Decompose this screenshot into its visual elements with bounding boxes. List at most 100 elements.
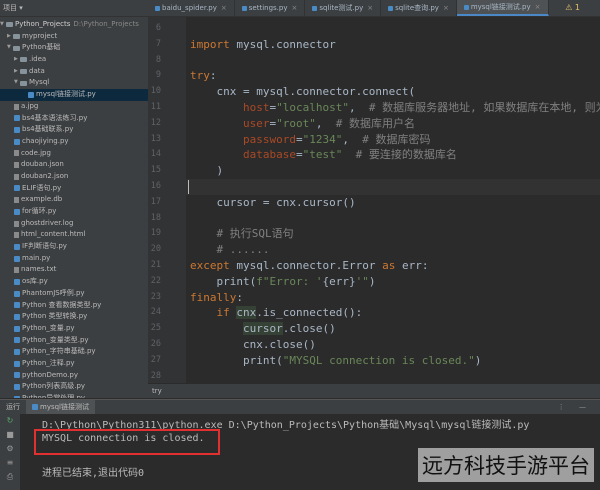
tree-item[interactable]: os库.py: [0, 276, 148, 288]
editor-tab[interactable]: sqlite测试.py ×: [305, 0, 382, 16]
tree-item[interactable]: bs4基础联系.py: [0, 124, 148, 136]
code-editor[interactable]: import mysql.connector try: cnx = mysql.c…: [186, 17, 600, 383]
tree-item[interactable]: ▼ Python基础: [0, 42, 148, 54]
run-panel-tools[interactable]: ⋮ —: [558, 403, 600, 411]
tree-item[interactable]: html_content.html: [0, 229, 148, 241]
code-line[interactable]: except mysql.connector.Error as err:: [186, 258, 428, 274]
code-token: host: [242, 101, 270, 114]
tree-item[interactable]: main.py: [0, 253, 148, 265]
code-line[interactable]: ): [186, 163, 223, 179]
tree-item[interactable]: ▶ .idea: [0, 54, 148, 66]
code-line[interactable]: cursor = cnx.cursor(): [186, 195, 355, 211]
editor-tab[interactable]: sqlite查询.py ×: [381, 0, 457, 16]
tree-item-label: html_content.html: [21, 230, 86, 239]
editor-tab[interactable]: settings.py ×: [235, 0, 306, 16]
project-panel-header[interactable]: 项目 ▾: [0, 0, 148, 17]
tree-item[interactable]: Python 查看数据类型.py: [0, 300, 148, 312]
python-file-icon: [14, 325, 20, 332]
tree-item-label: for循环.py: [22, 207, 57, 215]
tree-item[interactable]: ▶ data: [0, 66, 148, 78]
line-number: 27: [150, 354, 161, 365]
close-icon[interactable]: ×: [535, 3, 541, 11]
file-icon: [14, 173, 19, 180]
code-line[interactable]: try:: [186, 68, 217, 84]
tree-item[interactable]: Python_字符串基础.py: [0, 346, 148, 358]
tree-item[interactable]: IF判断语句.py: [0, 241, 148, 253]
tree-item[interactable]: for循环.py: [0, 206, 148, 218]
tree-item[interactable]: ghostdriver.log: [0, 218, 148, 230]
tree-item[interactable]: Python列表高级.py: [0, 381, 148, 393]
breadcrumb-item[interactable]: try: [152, 387, 162, 395]
tree-item[interactable]: ▶ myproject: [0, 31, 148, 43]
editor-tab[interactable]: baidu_spider.py ×: [148, 0, 235, 16]
code-line[interactable]: cnx.close(): [186, 337, 316, 353]
code-line[interactable]: [186, 211, 190, 227]
close-icon[interactable]: ×: [292, 4, 298, 12]
project-panel-title: 项目 ▾: [3, 4, 23, 12]
tree-item[interactable]: Python 类型转换.py: [0, 311, 148, 323]
stop-icon[interactable]: ■: [0, 428, 20, 442]
run-tab-label: mysql链接测试: [40, 403, 89, 411]
code-line[interactable]: cnx = mysql.connector.connect(: [186, 84, 415, 100]
tree-root[interactable]: ▼ Python_Projects D:\Python_Projects: [0, 19, 148, 31]
code-line[interactable]: password="1234", # 数据库密码: [186, 132, 430, 148]
run-tab[interactable]: mysql链接测试: [26, 400, 95, 414]
tree-item-label: ghostdriver.log: [21, 218, 74, 227]
close-icon[interactable]: ×: [221, 4, 227, 12]
code-line[interactable]: import mysql.connector: [186, 37, 336, 53]
tree-item[interactable]: douban.json: [0, 159, 148, 171]
settings-icon[interactable]: ⚙: [0, 442, 20, 456]
code-line[interactable]: database="test" # 要连接的数据库名: [186, 147, 457, 163]
code-token: ): [474, 353, 482, 367]
tree-item[interactable]: mysql链接测试.py: [0, 89, 148, 101]
code-line[interactable]: [186, 179, 600, 195]
code-line[interactable]: print("MYSQL connection is closed."): [186, 353, 481, 369]
tree-item[interactable]: Python_注释.py: [0, 358, 148, 370]
tree-item[interactable]: Python异常处理.py: [0, 393, 148, 398]
editor-tab-label: settings.py: [248, 4, 288, 12]
tree-item[interactable]: pythonDemo.py: [0, 370, 148, 382]
wrap-icon[interactable]: ≡: [0, 456, 20, 470]
code-token: print(: [190, 353, 283, 367]
editor-tab-label: baidu_spider.py: [162, 4, 217, 12]
code-line[interactable]: [186, 21, 190, 37]
line-number: 10: [150, 86, 161, 97]
python-file-icon: [241, 5, 247, 11]
editor-tab[interactable]: mysql链接测试.py ×: [456, 0, 549, 16]
tree-item[interactable]: chaojiying.py: [0, 136, 148, 148]
warning-indicator[interactable]: ⚠ 1: [565, 3, 580, 12]
tree-item[interactable]: Python_变量.py: [0, 323, 148, 335]
code-line[interactable]: [186, 369, 190, 383]
tree-item-label: .idea: [29, 55, 47, 64]
tree-item[interactable]: a.jpg: [0, 101, 148, 113]
python-file-icon: [14, 314, 20, 321]
close-icon[interactable]: ×: [367, 4, 373, 12]
code-line[interactable]: # ......: [186, 242, 270, 258]
tree-item[interactable]: example.db: [0, 194, 148, 206]
tree-item[interactable]: bs4基本语法练习.py: [0, 113, 148, 125]
tree-item[interactable]: ELIF语句.py: [0, 183, 148, 195]
breadcrumb[interactable]: try: [148, 384, 600, 398]
code-line[interactable]: print(f"Error: '{err}'"): [186, 274, 375, 290]
code-line[interactable]: finally:: [186, 290, 243, 306]
code-token: :: [209, 69, 217, 83]
tree-item-label: code.jpg: [21, 148, 51, 157]
tree-item[interactable]: douban2.json: [0, 171, 148, 183]
tree-item[interactable]: ▼ Mysql: [0, 77, 148, 89]
rerun-icon[interactable]: ↻: [0, 414, 20, 428]
code-line[interactable]: cursor.close(): [186, 321, 336, 337]
close-icon[interactable]: ×: [443, 4, 449, 12]
editor-tab-label: sqlite测试.py: [319, 4, 364, 12]
tree-item[interactable]: code.jpg: [0, 148, 148, 160]
tree-item[interactable]: PhantomJS呼例.py: [0, 288, 148, 300]
code-line[interactable]: # 执行SQL语句: [186, 226, 294, 242]
tree-item[interactable]: Python_变量类型.py: [0, 335, 148, 347]
code-line[interactable]: if cnx.is_connected():: [186, 305, 362, 321]
tree-item[interactable]: names.txt: [0, 264, 148, 276]
print-icon[interactable]: ⎙: [0, 470, 20, 484]
code-line[interactable]: [186, 53, 190, 69]
code-line[interactable]: user="root", # 数据库用户名: [186, 116, 415, 132]
code-line[interactable]: host="localhost", # 数据库服务器地址, 如果数据库在本地, …: [186, 100, 600, 116]
